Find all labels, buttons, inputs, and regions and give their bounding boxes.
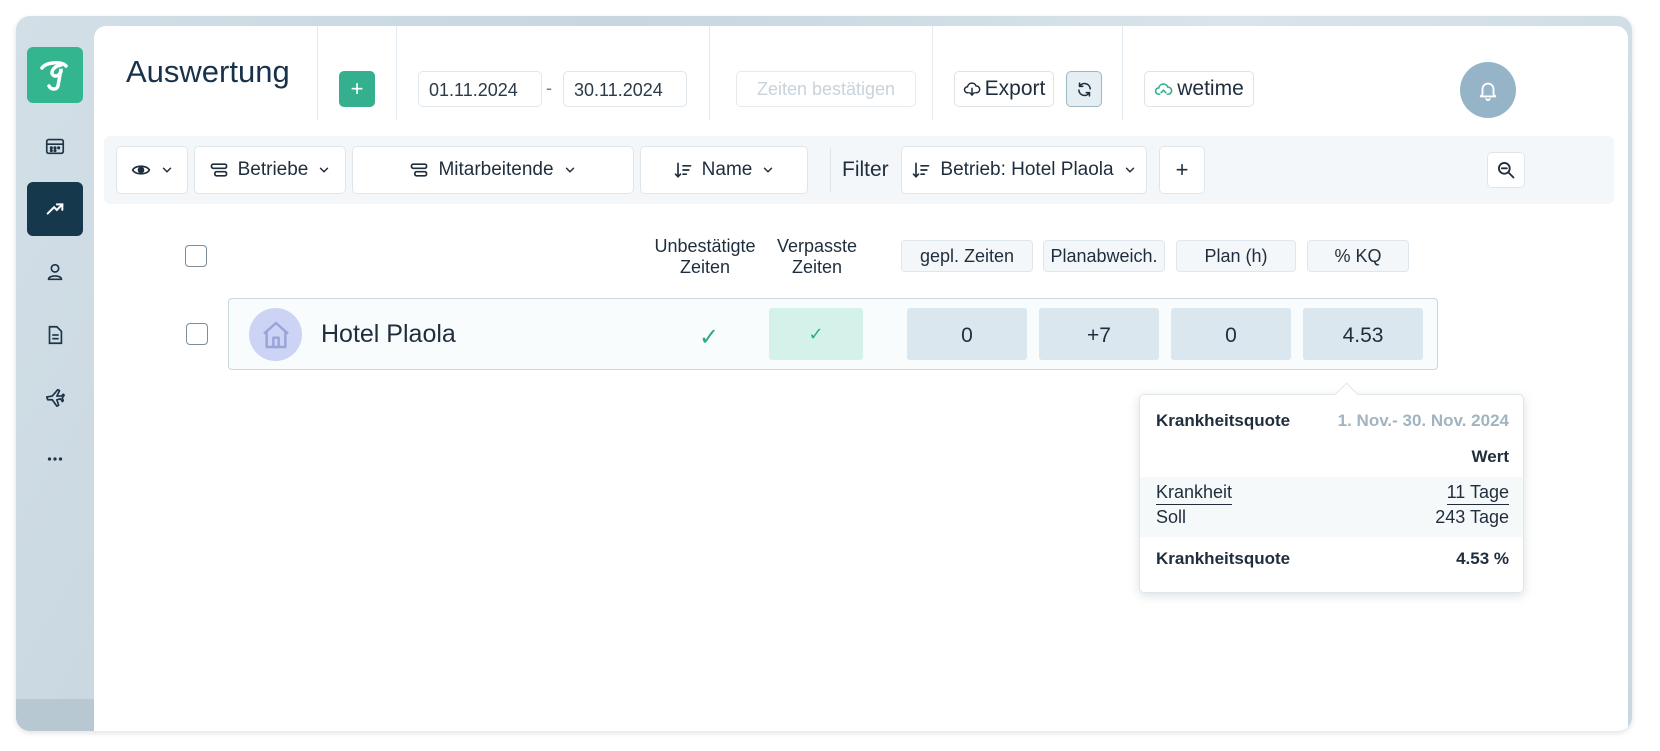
missed-check-icon: ✓: [808, 323, 824, 344]
tooltip-target-label: Soll: [1156, 507, 1187, 527]
document-icon: [48, 325, 63, 345]
refresh-icon: [1077, 81, 1091, 97]
sort-button[interactable]: Name: [640, 146, 808, 194]
divider: [932, 26, 933, 120]
sort-icon: [674, 162, 691, 178]
zoom-out-button[interactable]: [1487, 152, 1525, 188]
wetime-button[interactable]: wetime: [1144, 71, 1254, 107]
app-window: Auswertung + 01.11.2024 - 30.11.2024 Zei…: [16, 16, 1632, 731]
chevron-down-icon: [565, 167, 574, 173]
kq-cell[interactable]: 4.53: [1303, 308, 1423, 360]
filter-chip-betrieb[interactable]: Betrieb: Hotel Plaola: [901, 146, 1147, 194]
avatar: [249, 308, 302, 361]
refresh-button[interactable]: [1066, 71, 1102, 107]
filter-label: Filter: [842, 158, 889, 181]
date-to-input[interactable]: 30.11.2024: [563, 71, 687, 107]
date-separator: -: [546, 78, 552, 98]
chevron-down-icon: [764, 167, 773, 173]
user-icon: [47, 263, 63, 281]
col-header-unconfirmed-line2: Zeiten: [679, 257, 731, 277]
add-filter-button[interactable]: +: [1159, 146, 1205, 194]
missed-cell[interactable]: ✓: [769, 308, 863, 360]
col-header-deviation[interactable]: Planabweich.: [1043, 240, 1165, 272]
notifications-button[interactable]: [1460, 62, 1516, 118]
tooltip-total-value: 4.53 %: [1456, 549, 1509, 568]
nav-users[interactable]: [27, 245, 83, 299]
col-header-unconfirmed-line1: Unbestätigte: [654, 236, 756, 256]
tooltip-target-value: 243 Tage: [1435, 507, 1509, 527]
home-icon: [262, 321, 289, 348]
logo-icon[interactable]: [27, 47, 83, 103]
group-mitarbeitende-label: Mitarbeitende: [438, 159, 554, 180]
group-betriebe-label: Betriebe: [237, 159, 309, 180]
nav-analytics[interactable]: [27, 182, 83, 236]
col-header-planned[interactable]: gepl. Zeiten: [901, 240, 1033, 272]
bell-icon: [1479, 82, 1497, 101]
plan-hours-cell[interactable]: 0: [1171, 308, 1291, 360]
col-header-plan-hours[interactable]: Plan (h): [1176, 240, 1296, 272]
export-button[interactable]: Export: [954, 71, 1054, 107]
tooltip-column-header: Wert: [1471, 447, 1509, 466]
row-name[interactable]: Hotel Plaola: [321, 320, 456, 349]
divider: [830, 148, 831, 192]
view-toggle-button[interactable]: [116, 146, 188, 194]
group-betriebe-button[interactable]: Betriebe: [194, 146, 346, 194]
divider: [1122, 26, 1123, 120]
page-title: Auswertung: [126, 54, 290, 89]
nav-documents[interactable]: [27, 308, 83, 362]
planned-cell[interactable]: 0: [907, 308, 1027, 360]
col-header-missed-line2: Zeiten: [791, 257, 843, 277]
group-icon: [210, 163, 227, 177]
table-row[interactable]: Hotel Plaola ✓ ✓ 0 +7 0 4.53: [228, 298, 1438, 370]
tooltip-title: Krankheitsquote: [1156, 411, 1291, 430]
tooltip-date-range: 1. Nov.- 30. Nov. 2024: [1337, 411, 1509, 430]
chevron-down-icon: [162, 167, 171, 173]
trending-up-icon: [46, 203, 64, 215]
group-mitarbeitende-button[interactable]: Mitarbeitende: [352, 146, 634, 194]
sort-icon: [913, 162, 930, 178]
airplane-icon: [45, 388, 65, 407]
more-icon: [47, 457, 63, 461]
date-from-input[interactable]: 01.11.2024: [418, 71, 542, 107]
eye-icon: [131, 165, 150, 175]
kq-tooltip: Krankheitsquote 1. Nov.- 30. Nov. 2024 W…: [1139, 394, 1524, 593]
tooltip-calc-band: Krankheit 11 Tage Soll 243 Tage: [1140, 477, 1523, 537]
deviation-cell[interactable]: +7: [1039, 308, 1159, 360]
sidebar: [16, 16, 94, 731]
sidebar-footer: [16, 699, 94, 731]
divider: [317, 26, 318, 120]
nav-calendar[interactable]: [27, 119, 83, 173]
main-panel: Auswertung + 01.11.2024 - 30.11.2024 Zei…: [94, 26, 1628, 731]
nav-travel[interactable]: [27, 370, 83, 424]
col-header-missed[interactable]: Verpasste Zeiten: [760, 236, 874, 278]
col-header-kq[interactable]: % KQ: [1307, 240, 1409, 272]
filter-chip-label: Betrieb: Hotel Plaola: [940, 159, 1114, 180]
tooltip-total-label: Krankheitsquote: [1156, 549, 1291, 568]
cloud-download-icon: [963, 82, 981, 97]
export-label: Export: [984, 77, 1046, 100]
select-all-checkbox[interactable]: [185, 245, 207, 267]
zoom-out-icon: [1498, 162, 1515, 179]
nav-more[interactable]: [27, 432, 83, 486]
add-button[interactable]: +: [339, 71, 375, 107]
wetime-label: wetime: [1177, 77, 1244, 100]
calendar-icon: [45, 138, 65, 155]
divider: [396, 26, 397, 120]
confirm-times-button[interactable]: Zeiten bestätigen: [736, 71, 916, 107]
col-header-unconfirmed[interactable]: Unbestätigte Zeiten: [639, 236, 771, 278]
tooltip-sick-value: 11 Tage: [1446, 482, 1509, 505]
unconfirmed-check-icon: ✓: [699, 324, 720, 351]
cloud-icon: [1155, 82, 1173, 95]
sort-label: Name: [701, 159, 753, 180]
col-header-missed-line1: Verpasste: [776, 236, 858, 256]
chevron-down-icon: [1125, 167, 1134, 173]
row-checkbox[interactable]: [186, 323, 208, 345]
chevron-down-icon: [320, 167, 329, 173]
filter-toolbar: Betriebe Mitarbeitende Name Filter Betri…: [104, 136, 1614, 204]
divider: [709, 26, 710, 120]
group-icon: [411, 163, 428, 177]
tooltip-sick-label: Krankheit: [1156, 482, 1233, 505]
